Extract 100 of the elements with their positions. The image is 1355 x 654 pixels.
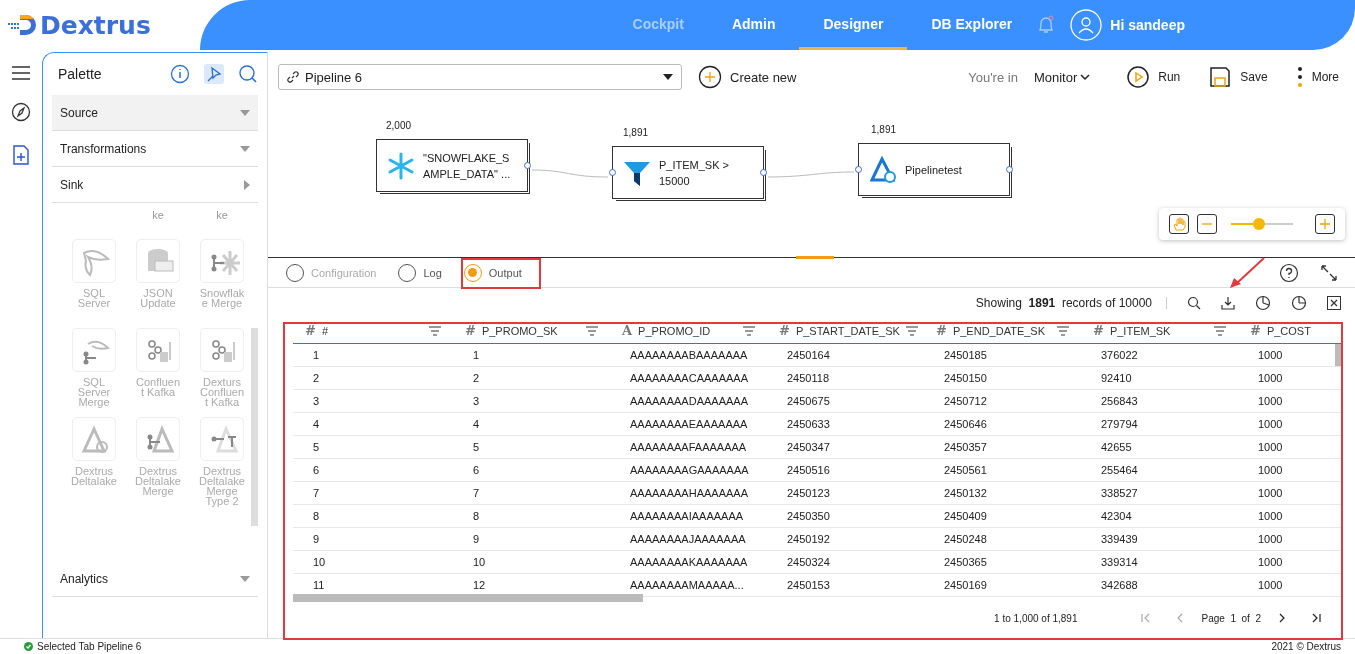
create-new-button[interactable]: Create new	[692, 64, 803, 90]
toolbar-action[interactable]: Run	[1120, 64, 1187, 90]
column-header[interactable]: A P_PROMO_ID	[610, 323, 767, 338]
table-cell-text: 5	[312, 441, 321, 453]
chevron-down-icon	[1080, 73, 1091, 81]
toolbar-action[interactable]: Save	[1202, 64, 1274, 90]
records-summary: Showing 1891 records of 10000	[975, 296, 1152, 310]
link-icon	[287, 71, 299, 83]
zoom-in-button[interactable]	[1315, 214, 1335, 234]
component-label: ke	[151, 209, 165, 223]
zoom-out-button[interactable]	[1197, 214, 1217, 234]
search-icon[interactable]	[1187, 296, 1201, 310]
filter-icon[interactable]	[586, 325, 598, 336]
pipeline-select[interactable]: Pipeline 6	[278, 64, 682, 90]
slider-thumb[interactable]	[1252, 218, 1265, 230]
table-cell-text: 4	[472, 418, 481, 430]
table-cell-text: 1000	[1257, 372, 1284, 384]
expand-icon[interactable]	[1321, 264, 1337, 281]
column-header[interactable]: # P_ITEM_SK	[1081, 323, 1238, 338]
table-cell-text: 1000	[1257, 579, 1284, 591]
pipeline-node[interactable]: P_ITEM_SK > 15000	[612, 146, 764, 199]
table-cell-text: 2450365	[943, 556, 988, 568]
user-avatar-icon	[1070, 9, 1103, 41]
panel-tab[interactable]: Log	[398, 259, 442, 286]
table-cell-text: AAAAAAAAEAAAAAAA	[629, 418, 749, 430]
table-cell-text: 2450675	[786, 395, 831, 407]
table-cell-text: 8	[312, 510, 321, 522]
plus-icon	[1319, 218, 1331, 230]
info-icon[interactable]	[170, 64, 190, 84]
filter-icon[interactable]	[905, 325, 918, 336]
column-header[interactable]: # P_START_DATE_SK	[767, 323, 924, 338]
scrollbar[interactable]	[293, 594, 643, 602]
column-header[interactable]: # P_PROMO_SK	[453, 323, 610, 338]
palette-section[interactable]: Source	[52, 95, 258, 131]
table-cell-text: 7	[472, 487, 481, 499]
table-cell-text: 8	[472, 510, 481, 522]
filter-icon[interactable]	[429, 325, 441, 336]
save-icon[interactable]	[1208, 65, 1233, 89]
more-icon[interactable]	[1295, 65, 1304, 89]
pipeline-node[interactable]: "SNOWFLAKE_SAMPLE_DATA" ...	[376, 139, 528, 192]
table-cell-text: 255464	[1100, 464, 1139, 476]
table-cell-text: 2450712	[943, 395, 988, 407]
table-cell-text: 342688	[1100, 579, 1139, 591]
status-message: Selected Tab Pipeline 6	[37, 641, 142, 652]
filter-icon[interactable]	[1214, 325, 1226, 336]
first-page-icon	[1141, 613, 1152, 623]
caret-right-icon[interactable]	[244, 179, 250, 190]
filter-icon[interactable]	[1057, 325, 1069, 336]
close-icon[interactable]	[1327, 296, 1341, 310]
pipeline-node[interactable]: Pipelinetest	[858, 143, 1010, 196]
mode-label: You're in	[968, 69, 1018, 85]
table-cell-text: AAAAAAAABAAAAAAA	[629, 349, 749, 361]
table-cell-text: 42655	[1100, 441, 1133, 453]
menu-icon[interactable]	[12, 66, 30, 80]
caret-down-icon[interactable]	[240, 109, 250, 116]
copyright: 2021 © Dextrus	[1271, 641, 1341, 652]
help-icon[interactable]	[1279, 262, 1299, 283]
caret-down-icon[interactable]	[240, 145, 250, 152]
table-cell-text: 2450350	[786, 510, 831, 522]
table-cell-text: 1000	[1257, 349, 1284, 361]
pie-chart-icon[interactable]	[1291, 295, 1307, 311]
table-cell-text: 2450646	[943, 418, 988, 430]
compass-icon[interactable]	[11, 102, 31, 122]
table-cell-text: AAAAAAAADAAAAAAA	[629, 395, 749, 407]
pan-button[interactable]	[1169, 214, 1189, 234]
table-cell-text: 2450150	[943, 372, 988, 384]
table-cell-text: 3	[312, 395, 321, 407]
caret-down-icon[interactable]	[240, 575, 250, 582]
table-cell-text: 7	[312, 487, 321, 499]
column-header[interactable]: # P_END_DATE_SK	[924, 323, 1081, 338]
column-header[interactable]: # P_COST	[1238, 323, 1338, 338]
table-cell-text: 6	[312, 464, 321, 476]
chevron-right-icon	[1277, 613, 1287, 623]
table-cell-text: 10	[472, 556, 487, 568]
table-cell-text: 1000	[1257, 510, 1284, 522]
table-cell-text: 339439	[1100, 533, 1139, 545]
table-cell-text: 12	[472, 579, 487, 591]
column-header[interactable]: # #	[293, 323, 453, 338]
mode-dropdown[interactable]: Monitor	[1027, 68, 1097, 86]
table-cell-text: 1	[472, 349, 481, 361]
toolbar-action[interactable]: More	[1289, 64, 1345, 90]
filter-icon[interactable]	[743, 325, 755, 336]
table-cell-text: 2450347	[786, 441, 831, 453]
download-icon[interactable]	[1221, 296, 1235, 310]
table-cell-text: 1000	[1257, 556, 1284, 568]
pie-chart-icon[interactable]	[1255, 295, 1271, 311]
table-cell-text: 1000	[1257, 395, 1284, 407]
table-cell-text: AAAAAAAAIAAAAAAA	[629, 510, 745, 522]
table-cell-text: 2450516	[786, 464, 831, 476]
add-file-icon[interactable]	[12, 144, 30, 166]
play-icon[interactable]	[1126, 65, 1151, 89]
add-icon	[698, 65, 722, 89]
scrollbar[interactable]	[251, 328, 258, 526]
panel-tab[interactable]: Output	[463, 259, 522, 286]
scrollbar[interactable]	[1335, 344, 1341, 366]
page-indicator: Page 1 of 2	[1201, 612, 1261, 624]
resize-handle[interactable]	[796, 256, 834, 259]
table-cell-text: 42304	[1100, 510, 1133, 522]
table-cell-text: 2450192	[786, 533, 831, 545]
table-cell-text: 2450164	[786, 349, 831, 361]
